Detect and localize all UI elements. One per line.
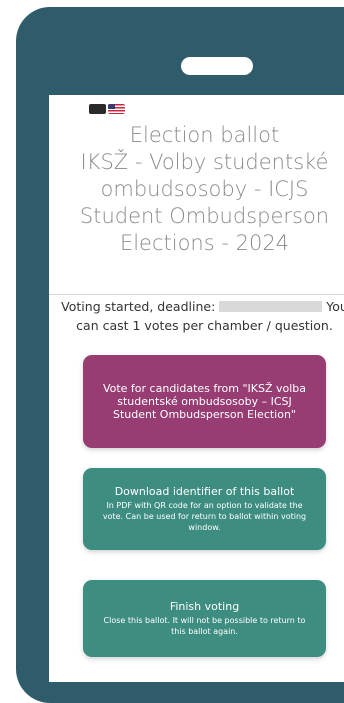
title-line: ombudsosoby - ICJS [100, 177, 309, 201]
voting-status: Voting started, deadline: You can cast 1 … [49, 297, 344, 335]
title-line: IKSŽ - Volby studentské [80, 150, 329, 174]
vote-button-label: Vote for candidates from "IKSŽ volba stu… [102, 382, 307, 421]
status-prefix: Voting started, deadline: [61, 299, 216, 314]
ballot-screen: Election ballot IKSŽ - Volby studentské … [49, 95, 344, 682]
title-line: Student Ombudsperson [79, 204, 330, 228]
phone-frame: Election ballot IKSŽ - Volby studentské … [16, 7, 344, 703]
language-switcher [89, 104, 125, 114]
page-title: Election ballot IKSŽ - Volby studentské … [49, 122, 344, 257]
divider [49, 294, 344, 295]
redacted-deadline [219, 301, 323, 312]
download-identifier-button[interactable]: Download identifier of this ballot In PD… [83, 468, 326, 550]
title-line: Election ballot [129, 123, 280, 147]
finish-voting-button[interactable]: Finish voting Close this ballot. It will… [83, 580, 326, 657]
finish-button-description: Close this ballot. It will not be possib… [103, 616, 306, 636]
title-line: Elections - 2024 [119, 231, 290, 255]
us-flag-icon[interactable] [108, 104, 125, 114]
phone-speaker [181, 57, 253, 75]
czech-flag-icon[interactable] [89, 104, 106, 114]
finish-button-label: Finish voting [169, 600, 240, 613]
download-button-label: Download identifier of this ballot [114, 485, 295, 498]
download-button-description: In PDF with QR code for an option to val… [102, 501, 307, 532]
vote-candidates-button[interactable]: Vote for candidates from "IKSŽ volba stu… [83, 355, 326, 448]
